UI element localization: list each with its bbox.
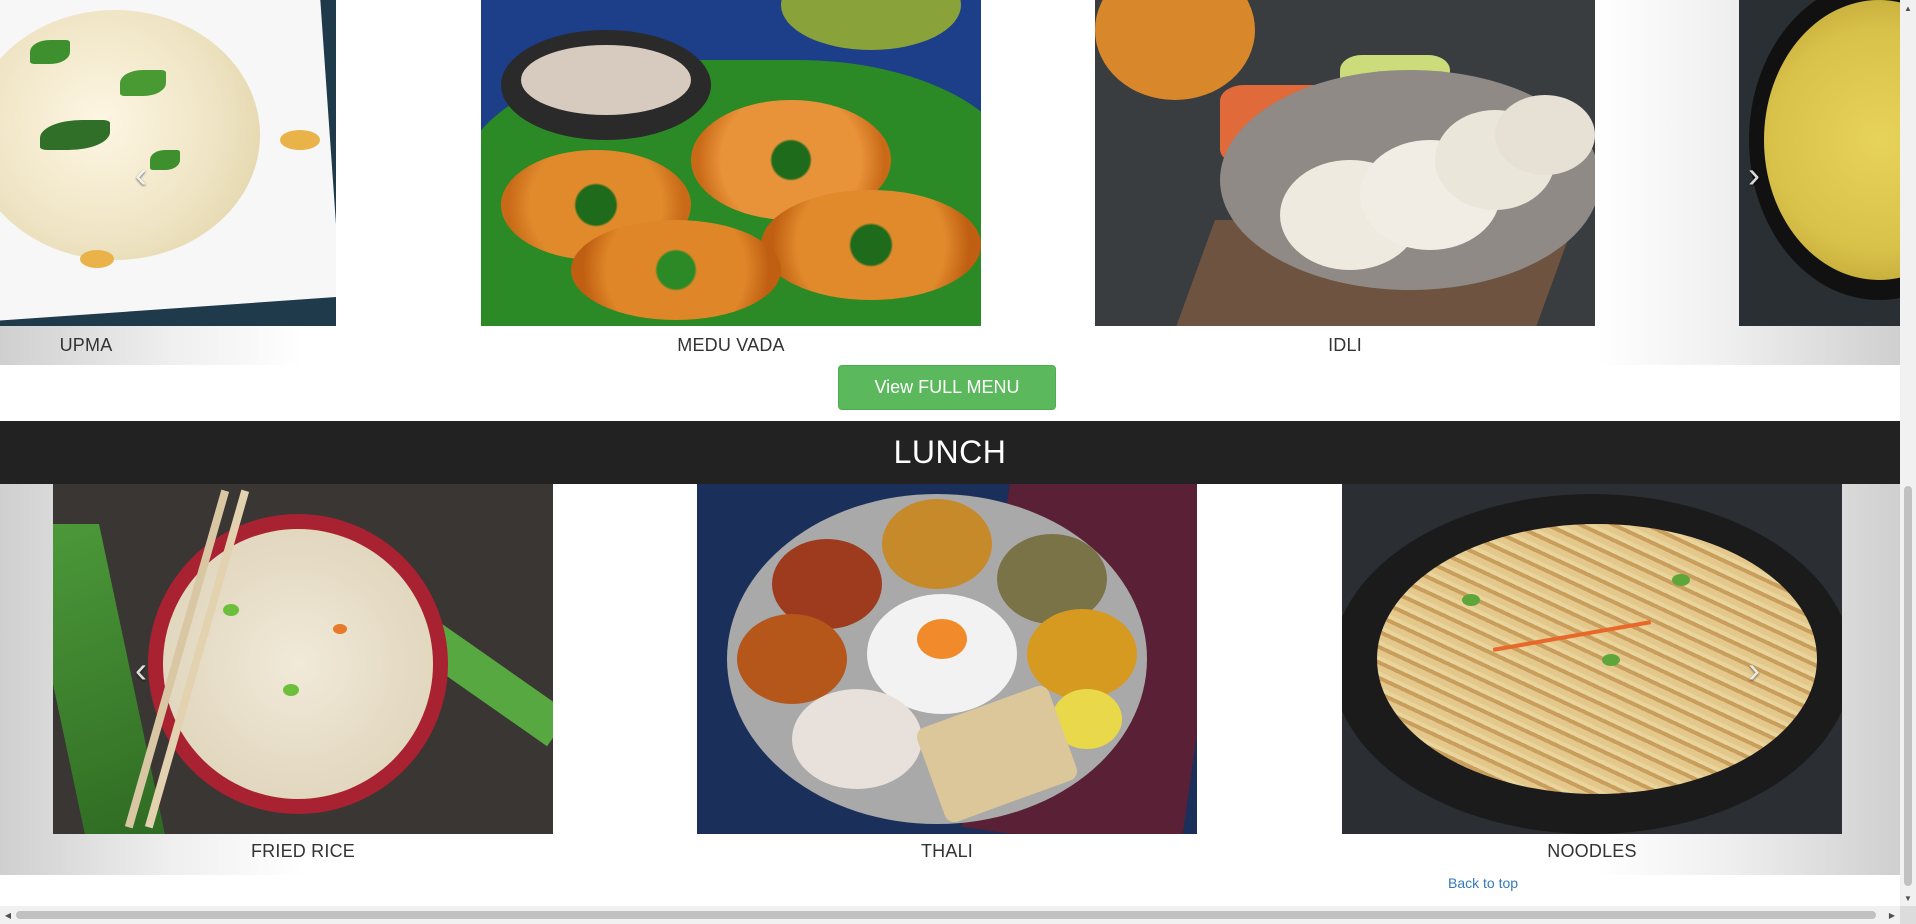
slide-image-medu-vada[interactable] [481,0,981,326]
vertical-scrollbar[interactable]: ▲ ▼ [1900,0,1916,906]
chevron-left-icon: ‹ [135,649,147,690]
chevron-left-icon: ‹ [135,154,147,195]
caption-noodles: NOODLES [1547,841,1637,861]
horizontal-scrollbar[interactable]: ◀ ▶ [0,906,1900,924]
caption-idli: IDLI [1328,335,1362,355]
caption-fried-rice: FRIED RICE [250,841,355,861]
scroll-left-icon[interactable]: ◀ [0,906,16,924]
scroll-up-icon[interactable]: ▲ [1900,0,1916,16]
lunch-carousel: FRIED RICE THALI NOODLES ‹ › [0,484,1900,875]
page: UPMA MEDU VADA IDLI ‹ › View FULL MENU L… [0,0,1900,906]
scrollbar-corner [1900,906,1916,924]
carousel-prev-button[interactable]: ‹ [126,150,156,200]
carousel-next-button[interactable]: › [1739,150,1769,200]
slide-image-thali[interactable] [697,484,1197,834]
scroll-right-icon[interactable]: ▶ [1884,906,1900,924]
carousel-prev-button[interactable]: ‹ [126,645,156,695]
view-full-menu-button[interactable]: View FULL MENU [838,365,1056,410]
slide-image-idli[interactable] [1095,0,1595,326]
back-to-top-link[interactable]: Back to top [1448,875,1518,891]
section-title: LUNCH [893,434,1007,470]
lunch-section-header: LUNCH [0,421,1900,484]
horizontal-scroll-thumb[interactable] [16,911,1876,919]
vertical-scroll-thumb[interactable] [1904,486,1912,886]
chevron-right-icon: › [1748,154,1760,195]
scroll-down-icon[interactable]: ▼ [1900,890,1916,906]
chevron-right-icon: › [1748,649,1760,690]
caption-thali: THALI [920,841,973,861]
caption-upma: UPMA [59,335,113,355]
caption-medu-vada: MEDU VADA [677,335,785,355]
breakfast-carousel: UPMA MEDU VADA IDLI ‹ › [0,0,1900,365]
carousel-next-button[interactable]: › [1739,645,1769,695]
slide-image-upma[interactable] [0,0,336,326]
